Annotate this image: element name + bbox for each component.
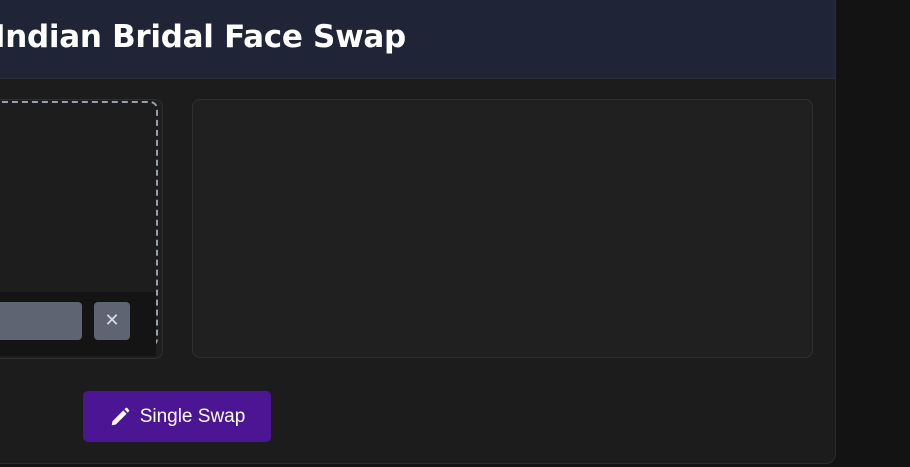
page-title: Indian Bridal Face Swap [0, 19, 406, 55]
file-bar: ✕ [0, 292, 156, 356]
single-swap-label: Single Swap [139, 405, 246, 427]
pencil-icon [109, 406, 131, 428]
app-window: Indian Bridal Face Swap ✕ Single Swap [0, 0, 910, 467]
source-image-upload[interactable]: ✕ [0, 99, 163, 359]
single-swap-button[interactable]: Single Swap [83, 391, 271, 442]
file-chip[interactable] [0, 302, 82, 340]
result-image-panel [192, 99, 813, 358]
main-panel: Indian Bridal Face Swap ✕ Single Swap [0, 0, 836, 464]
header: Indian Bridal Face Swap [0, 0, 835, 79]
remove-image-button[interactable]: ✕ [94, 302, 130, 340]
